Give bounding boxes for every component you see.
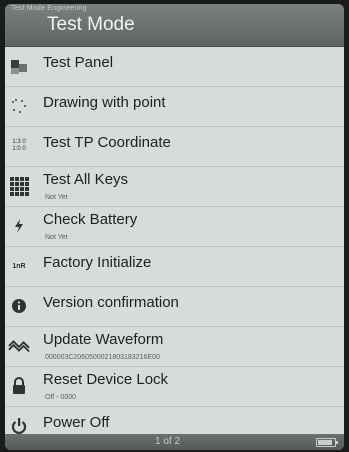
coordinate-icon-text: 1:3 0 1:0 0 [12, 139, 26, 152]
panel-icon [8, 56, 30, 76]
menu-label: Test Panel [43, 54, 114, 71]
menu-sublabel: Not Yet [45, 194, 68, 201]
menu-item-version[interactable]: Version confirmation [5, 286, 344, 327]
drawing-icon [8, 96, 30, 116]
info-icon [8, 296, 30, 316]
keys-grid-icon [8, 176, 30, 196]
menu-sublabel: Off - 0000 [45, 394, 77, 401]
factory-icon-text: 1nR [12, 262, 26, 270]
title-bar: Test Mode Engineering Test Mode [5, 4, 344, 47]
page-indicator: 1 of 2 [155, 436, 181, 447]
coordinate-icon: 1:3 0 1:0 0 [8, 136, 30, 156]
menu-label: Update Waveform [43, 331, 164, 348]
menu-sublabel: Not Yet [45, 234, 68, 241]
footer-bar: 1 of 2 [5, 434, 344, 450]
battery-status-icon [316, 438, 338, 447]
menu-item-drawing[interactable]: Drawing with point [5, 86, 344, 127]
menu-sublabel: 000003C2060500021803183216E00 [45, 354, 160, 361]
page-title: Test Mode [47, 14, 135, 35]
menu-item-tp-coordinate[interactable]: 1:3 0 1:0 0 Test TP Coordinate [5, 126, 344, 167]
menu-item-test-all-keys[interactable]: Test All Keys Not Yet [5, 166, 344, 207]
menu-label: Test All Keys [43, 171, 129, 188]
menu-label: Reset Device Lock [43, 371, 169, 388]
waveform-icon [8, 336, 30, 356]
menu-label: Test TP Coordinate [43, 134, 171, 151]
screen: Test Mode Engineering Test Mode Test Pan… [5, 4, 344, 450]
lock-icon [8, 376, 30, 396]
menu-label: Check Battery [43, 211, 138, 228]
power-icon [8, 416, 30, 436]
menu-label: Factory Initialize [43, 254, 152, 271]
factory-reset-icon: 1nR [8, 256, 30, 276]
menu-label: Version confirmation [43, 294, 179, 311]
header-tiny-text: Test Mode Engineering [11, 5, 87, 12]
menu-item-factory-initialize[interactable]: 1nR Factory Initialize [5, 246, 344, 287]
battery-icon [8, 216, 30, 236]
menu-item-reset-device-lock[interactable]: Reset Device Lock Off - 0000 [5, 366, 344, 407]
menu-label: Drawing with point [43, 94, 166, 111]
menu-item-test-panel[interactable]: Test Panel [5, 46, 344, 87]
menu-label: Power Off [43, 414, 110, 431]
menu-item-update-waveform[interactable]: Update Waveform 000003C20605000218031832… [5, 326, 344, 367]
menu-item-check-battery[interactable]: Check Battery Not Yet [5, 206, 344, 247]
